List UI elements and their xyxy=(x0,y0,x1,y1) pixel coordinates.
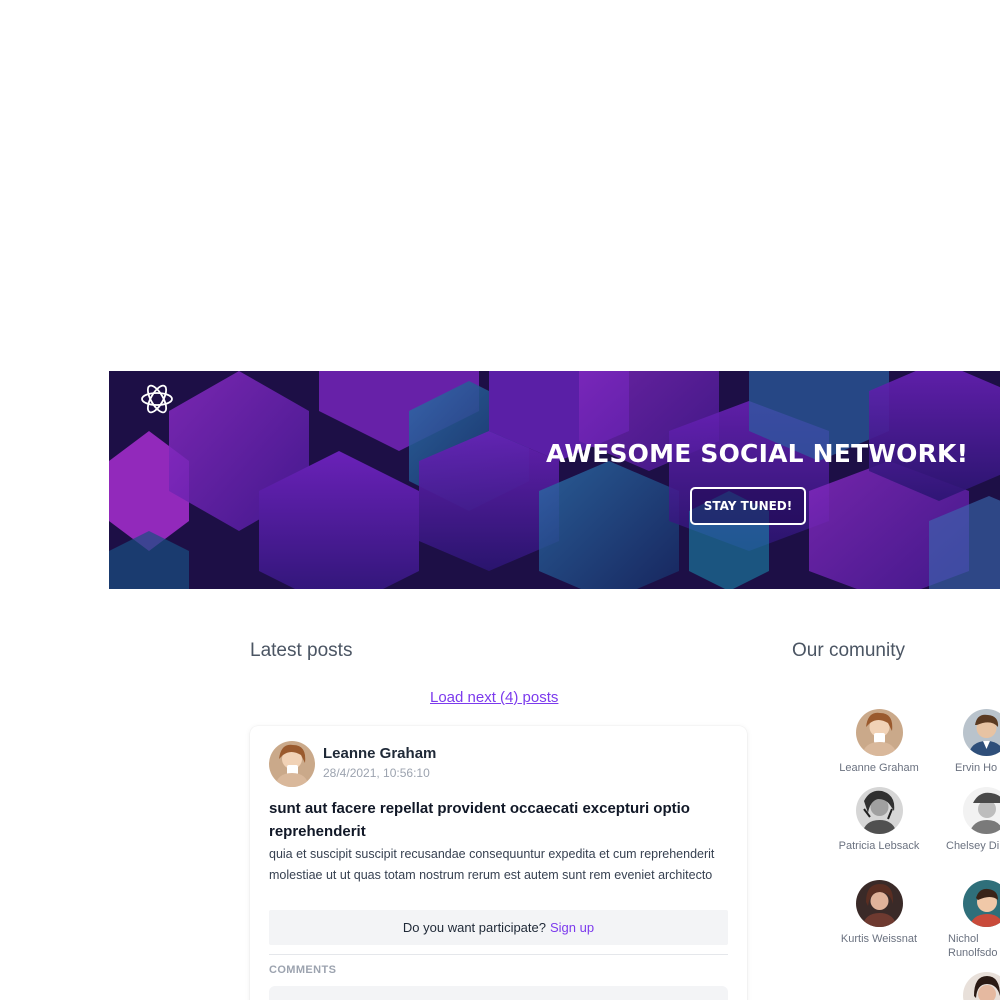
community-member[interactable]: Patricia Lebsack xyxy=(829,787,929,853)
community-member[interactable]: Leanne Graham xyxy=(829,709,929,775)
avatar[interactable] xyxy=(963,787,1000,834)
avatar[interactable] xyxy=(963,880,1000,927)
post-body: quia et suscipit suscipit recusandae con… xyxy=(269,847,715,882)
latest-posts-heading: Latest posts xyxy=(250,640,353,661)
comments-label: COMMENTS xyxy=(269,964,337,976)
community-member[interactable]: Kurtis Weissnat xyxy=(829,880,929,946)
avatar[interactable] xyxy=(855,880,903,927)
hexagon-background xyxy=(109,371,1000,589)
community-heading: Our comunity xyxy=(792,640,905,661)
post-card: Leanne Graham 28/4/2021, 10:56:10 sunt a… xyxy=(250,726,747,1000)
participate-banner: Do you want participate? Sign up xyxy=(269,910,728,945)
avatar[interactable] xyxy=(269,741,315,787)
avatar[interactable] xyxy=(963,972,1000,1000)
avatar[interactable] xyxy=(855,787,903,834)
load-next-posts-link[interactable]: Load next (4) posts xyxy=(430,689,558,706)
member-name: Kurtis Weissnat xyxy=(840,933,918,945)
avatar[interactable] xyxy=(855,709,903,756)
member-name: Nichol Runolfsdo xyxy=(948,933,998,959)
member-name: Ervin Ho xyxy=(955,762,998,774)
member-name: Chelsey Di xyxy=(946,840,1000,852)
hero-title: AWESOME SOCIAL NETWORK! xyxy=(546,439,969,468)
react-atom-logo-icon[interactable] xyxy=(139,381,175,415)
avatar[interactable] xyxy=(963,709,1000,756)
post-author[interactable]: Leanne Graham xyxy=(323,745,436,762)
stay-tuned-button[interactable]: STAY TUNED! xyxy=(690,487,806,525)
member-name: Leanne Graham xyxy=(839,762,919,774)
participate-text: Do you want participate? xyxy=(402,920,546,935)
post-title: sunt aut facere repellat provident occae… xyxy=(269,800,690,840)
community-member[interactable]: Ervin Ho xyxy=(937,709,1000,775)
community-member[interactable] xyxy=(937,972,1000,1000)
community-member[interactable]: Nichol Runolfsdo xyxy=(937,880,1000,960)
hero-banner: AWESOME SOCIAL NETWORK! STAY TUNED! xyxy=(109,371,1000,589)
sign-up-link[interactable]: Sign up xyxy=(550,920,594,935)
community-member[interactable]: Chelsey Di xyxy=(937,787,1000,853)
member-name: Patricia Lebsack xyxy=(838,840,920,852)
comment-item xyxy=(269,986,728,1000)
divider xyxy=(269,954,728,955)
post-date: 28/4/2021, 10:56:10 xyxy=(323,766,430,780)
